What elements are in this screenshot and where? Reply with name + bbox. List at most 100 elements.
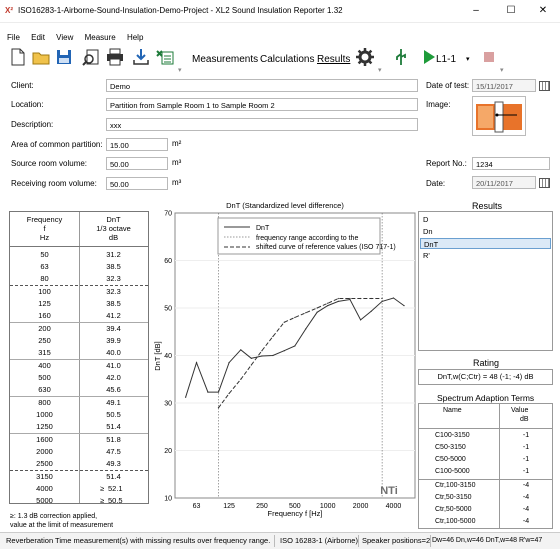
frequency-cell: 4000 [36,484,53,493]
y-tick-label: 10 [164,496,172,503]
tab-measurements[interactable]: Measurements [192,54,258,65]
close-button[interactable]: ✕ [532,4,554,18]
maximize-button[interactable]: ☐ [500,4,522,18]
limit-marker: ≥ [99,496,105,505]
dnt-cell: 51.4 [106,422,121,431]
results-list[interactable]: D Dn DnT R' [418,211,553,351]
table-row: 4000 ≥52.1 [10,483,148,495]
reference-data-point [316,307,318,309]
dnt-chart: DnT (Standardized level difference) 10 20… [153,201,416,518]
dnt-cell: 39.9 [106,336,121,345]
gear-icon[interactable] [356,48,374,66]
reference-data-point [272,335,274,338]
menu-bar: File Edit View Measure Help [7,33,152,45]
new-file-icon[interactable] [9,48,27,66]
y-tick-labels: 10 20 30 40 50 60 70 [164,211,172,503]
table-row: 80 32.3 [10,273,148,285]
spectrum-row: Ctr,100-5000 -4 [419,516,552,528]
calendar-icon[interactable] [539,178,550,188]
spectrum-adaption-table: Name Value dB C100-3150 -1 C50-3150 -1 C50-5… [418,403,553,529]
receiving-volume-field[interactable]: 50.00 [106,177,168,190]
frequency-cell: 2500 [36,459,53,468]
y-tick-label: 40 [164,353,172,360]
menu-file[interactable]: File [7,33,20,42]
header-line: f [43,224,46,233]
frequency-cell: 500 [38,373,51,382]
date-of-test-field[interactable]: 15/11/2017 [472,79,536,92]
rating-value: DnT,w(C;Ctr) = 48 (-1; -4) dB [418,369,553,385]
y-tick-label: 20 [164,448,172,455]
status-speaker-positions: Speaker positions=2 [362,536,431,545]
table-row: 160 41.2 [10,310,148,322]
x-tick-label: 250 [256,503,268,510]
frequency-cell: 160 [38,311,51,320]
report-no-field[interactable]: 1234 [472,157,550,170]
reference-data-point [337,297,339,300]
source-volume-label: Source room volume: [11,159,88,168]
chart-legend: DnT frequency range according to the shi… [217,217,396,255]
menu-help[interactable]: Help [127,33,143,42]
open-folder-icon[interactable] [32,48,50,66]
reference-data-point [370,297,372,300]
spectrum-term-name: Ctr,100-5000 [435,518,476,525]
menu-edit[interactable]: Edit [31,33,45,42]
print-icon[interactable] [106,48,124,66]
stop-icon[interactable] [480,48,498,66]
print-preview-icon[interactable] [82,48,100,66]
dropdown-arrow-icon[interactable]: ▾ [178,66,182,74]
source-volume-field[interactable]: 50.00 [106,157,168,170]
dnt-data-point [184,396,187,398]
menu-measure[interactable]: Measure [85,33,116,42]
header-line: 1/3 octave [96,224,131,233]
reference-data-point [217,407,220,409]
table-row: 1600 51.8 [10,434,148,446]
minimize-button[interactable]: – [465,4,487,18]
tab-calculations[interactable]: Calculations [260,54,314,65]
spectrum-row: C100-3150 -1 [419,430,552,442]
result-item-dnt[interactable]: DnT [420,238,551,249]
download-icon[interactable] [132,48,150,66]
x-tick-label: 4000 [386,503,402,510]
frequency-cell: 1250 [36,422,53,431]
menu-view[interactable]: View [56,33,73,42]
y-axis-label: DnT [dB] [153,341,162,370]
table-row: 125 38.5 [10,298,148,310]
description-field[interactable]: xxx [106,118,418,131]
frequency-column-header: Frequency f Hz [10,215,79,242]
dnt-cell: 50.5 [108,496,123,505]
table-row: 200 39.4 [10,323,148,335]
date-field[interactable]: 20/11/2017 [472,176,536,189]
excel-export-icon[interactable] [156,48,174,66]
result-item-d[interactable]: D [420,214,551,225]
frequency-cell: 800 [38,398,51,407]
header-line: DnT [106,215,121,224]
reference-data-point [261,350,263,352]
calendar-icon[interactable] [539,81,550,91]
client-field[interactable]: Demo [106,79,418,92]
tab-results[interactable]: Results [317,54,350,65]
dnt-cell: 32.3 [106,287,121,296]
position-dropdown-icon[interactable]: ▾ [466,55,470,63]
usb-icon[interactable] [392,48,410,66]
result-item-r-prime[interactable]: R' [420,250,551,261]
dnt-column-header: DnT 1/3 octave dB [79,215,148,242]
result-item-dn[interactable]: Dn [420,226,551,237]
header-divider [419,428,552,429]
table-row: 630 45.6 [10,384,148,396]
y-tick-label: 50 [164,306,172,313]
position-label[interactable]: L1-1 [436,54,456,65]
stop-dropdown-icon[interactable]: ▾ [500,66,504,74]
room-image-thumbnail[interactable] [472,96,526,136]
app-icon: X² [5,6,13,15]
spectrum-term-name: C50-5000 [435,456,466,463]
area-field[interactable]: 15.00 [106,138,168,151]
description-label: Description: [11,120,54,129]
rating-heading: Rating [473,358,500,368]
gear-dropdown-icon[interactable]: ▾ [378,66,382,74]
x-tick-label: 2000 [353,503,369,510]
legend-label-range: frequency range according to the [256,235,358,242]
spectrum-term-value: -1 [522,432,530,439]
save-icon[interactable] [55,48,73,66]
location-field[interactable]: Partition from Sample Room 1 to Sample R… [106,98,418,111]
table-row: 2500 49.3 [10,458,148,470]
